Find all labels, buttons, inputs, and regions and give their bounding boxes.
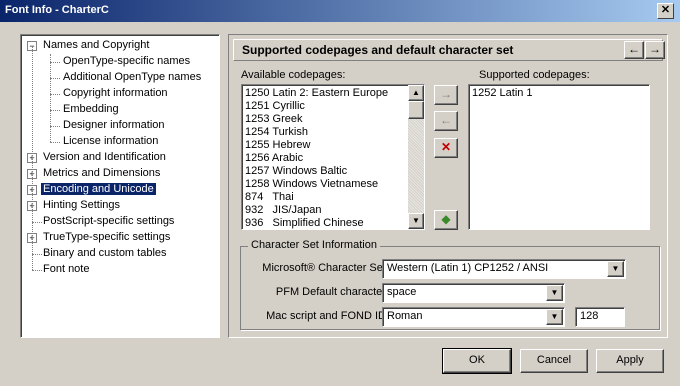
supported-codepages-label: Supported codepages: xyxy=(479,69,590,81)
tree-item-label: TrueType-specific settings xyxy=(43,231,171,243)
tree-item-label: OpenType-specific names xyxy=(63,55,191,67)
character-set-group: Character Set Information Microsoft® Cha… xyxy=(240,239,660,330)
codepage-list-item[interactable]: 1257 Windows Baltic xyxy=(245,165,347,177)
delete-codepage-button[interactable]: ✕ xyxy=(434,138,458,158)
mac-script-select[interactable]: Roman ▼ xyxy=(382,307,565,327)
tree-connector xyxy=(50,142,60,143)
tree-connector xyxy=(50,126,60,127)
scroll-down-icon: ▼ xyxy=(412,216,420,225)
codepage-list-item[interactable]: 1253 Greek xyxy=(245,113,302,125)
chevron-down-icon[interactable]: ▼ xyxy=(546,309,563,325)
tree-connector xyxy=(50,94,60,95)
pfm-default-select[interactable]: space ▼ xyxy=(382,283,565,303)
available-codepages-label: Available codepages: xyxy=(241,69,346,81)
chevron-down-icon[interactable]: ▼ xyxy=(546,285,563,301)
title-bar: Font Info - CharterC ✕ xyxy=(0,0,680,22)
scroll-up-button[interactable]: ▲ xyxy=(408,85,424,101)
category-tree[interactable]: − Names and Copyright OpenType-specific na… xyxy=(20,34,220,338)
panel-header: Supported codepages and default characte… xyxy=(233,39,665,61)
mac-script-label: Mac script and FOND ID: xyxy=(266,310,389,322)
arrow-right-icon: → xyxy=(649,42,661,56)
character-set-caption: Character Set Information xyxy=(248,239,380,251)
window-title: Font Info - CharterC xyxy=(5,4,109,16)
scroll-thumb[interactable] xyxy=(408,101,424,119)
add-codepage-button[interactable]: → xyxy=(434,85,458,105)
codepage-list-item[interactable]: 1251 Cyrillic xyxy=(245,100,305,112)
tree-item-label: PostScript-specific settings xyxy=(43,215,175,227)
tree-item-label: Font note xyxy=(43,263,90,275)
panel-title: Supported codepages and default characte… xyxy=(242,43,514,57)
tree-item-label: Copyright information xyxy=(63,87,168,99)
codepage-list-item[interactable]: 936 Simplified Chinese xyxy=(245,217,364,229)
scroll-up-icon: ▲ xyxy=(412,88,420,97)
chevron-down-icon[interactable]: ▼ xyxy=(607,261,624,277)
apply-button[interactable]: Apply xyxy=(596,349,664,373)
supported-codepage-item[interactable]: 1252 Latin 1 xyxy=(472,87,533,99)
delete-icon: ✕ xyxy=(440,140,452,154)
tree-item-label: Metrics and Dimensions xyxy=(43,167,161,179)
close-icon: ✕ xyxy=(660,4,671,16)
ms-charset-select[interactable]: Western (Latin 1) CP1252 / ANSI ▼ xyxy=(382,259,626,279)
tree-connector xyxy=(50,54,51,142)
tree-item-label: Names and Copyright xyxy=(43,39,150,51)
settings-panel: Supported codepages and default characte… xyxy=(228,34,668,338)
codepage-list-item[interactable]: 932 JIS/Japan xyxy=(245,204,321,216)
tree-connector xyxy=(32,46,33,270)
codepage-list-item[interactable]: 1250 Latin 2: Eastern Europe xyxy=(245,87,388,99)
codepage-list-item[interactable]: 1254 Turkish xyxy=(245,126,308,138)
ms-charset-value: Western (Latin 1) CP1252 / ANSI xyxy=(387,262,549,274)
tree-item-label: Designer information xyxy=(63,119,165,131)
ok-button[interactable]: OK xyxy=(442,348,512,374)
mac-script-value: Roman xyxy=(387,310,423,322)
codepage-list-item[interactable]: 1255 Hebrew xyxy=(245,139,310,151)
autodetect-codepages-button[interactable]: ◆ xyxy=(434,210,458,230)
close-button[interactable]: ✕ xyxy=(657,3,674,19)
tree-item-label: License information xyxy=(63,135,159,147)
gem-icon: ◆ xyxy=(441,212,451,226)
codepage-list-item[interactable]: 1256 Arabic xyxy=(245,152,303,164)
cancel-button[interactable]: Cancel xyxy=(520,349,588,373)
ms-charset-label: Microsoft® Character Set: xyxy=(262,262,389,274)
tree-item-label: Additional OpenType names xyxy=(63,71,202,83)
tree-item-label: Encoding and Unicode xyxy=(41,183,156,195)
available-codepages-list[interactable]: 936 Simplified Chinese 932 JIS/Japan 874 T… xyxy=(241,84,425,230)
remove-codepage-button[interactable]: ← xyxy=(434,111,458,131)
codepage-list-item[interactable]: 874 Thai xyxy=(245,191,294,203)
tree-item-label: Version and Identification xyxy=(43,151,166,163)
arrow-right-icon: → xyxy=(440,87,452,101)
arrow-left-icon: ← xyxy=(440,113,452,127)
scroll-down-button[interactable]: ▼ xyxy=(408,213,424,229)
available-scrollbar[interactable]: ▲ ▼ xyxy=(408,85,424,229)
next-page-button[interactable]: → xyxy=(645,41,665,59)
pfm-default-value: space xyxy=(387,286,417,298)
pfm-default-label: PFM Default character: xyxy=(275,286,389,298)
tree-item-label: Embedding xyxy=(63,103,119,115)
codepage-list-item[interactable]: 1258 Windows Vietnamese xyxy=(245,178,378,190)
fond-id-field[interactable]: 128 xyxy=(575,307,625,327)
tree-connector xyxy=(50,78,60,79)
tree-connector xyxy=(50,110,60,111)
tree-item-label: Binary and custom tables xyxy=(43,247,167,259)
supported-codepages-list[interactable]: 1252 Latin 1 xyxy=(468,84,650,230)
arrow-left-icon: ← xyxy=(628,42,640,56)
previous-page-button[interactable]: ← xyxy=(624,41,644,59)
fond-id-value: 128 xyxy=(580,310,599,322)
tree-connector xyxy=(50,62,60,63)
tree-item-label: Hinting Settings xyxy=(43,199,121,211)
